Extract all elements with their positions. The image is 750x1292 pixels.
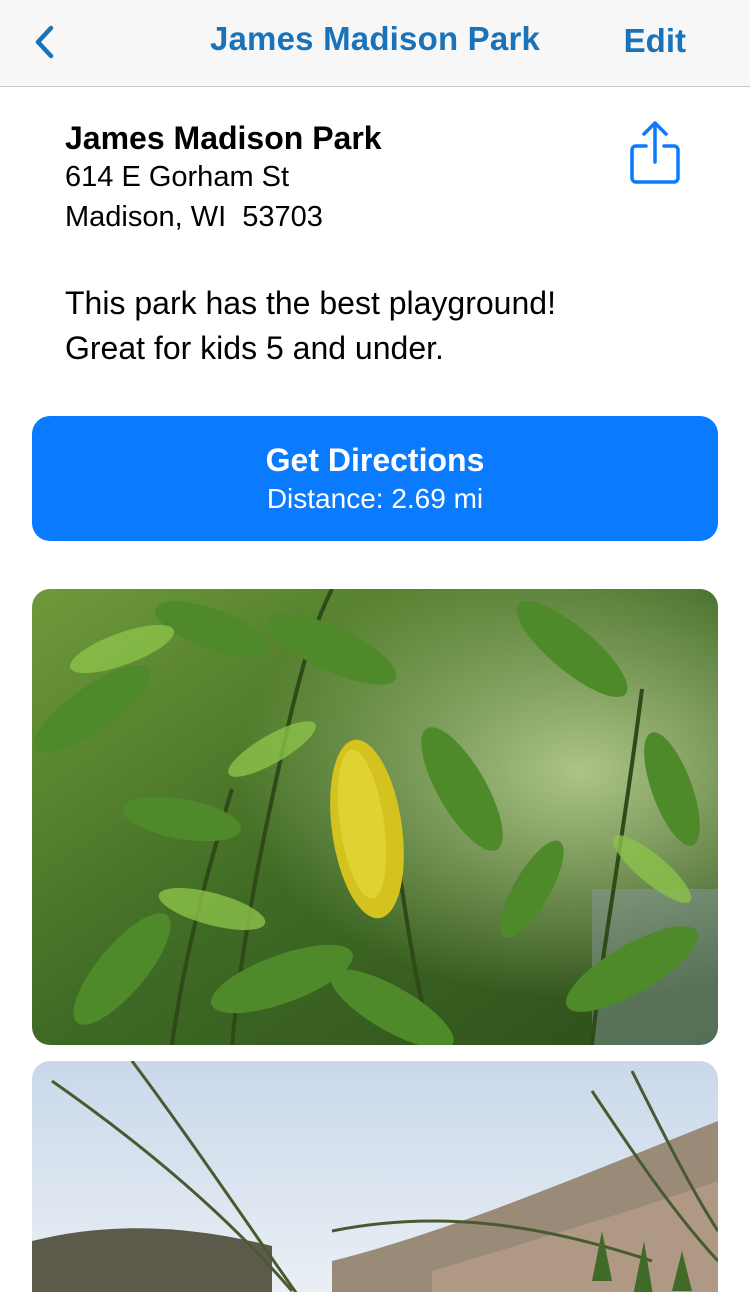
park-photo-leaves[interactable] — [32, 589, 718, 1045]
place-name: James Madison Park — [65, 120, 382, 156]
share-button[interactable] — [624, 118, 686, 188]
directions-label: Get Directions — [265, 441, 485, 478]
address-line-2: Madison, WI 53703 — [65, 201, 323, 233]
get-directions-button[interactable]: Get Directions Distance: 2.69 mi — [32, 416, 718, 541]
description-line-1: This park has the best playground! — [65, 285, 556, 321]
address-line-1: 614 E Gorham St — [65, 161, 290, 193]
edit-button[interactable]: Edit — [624, 22, 686, 60]
description-line-2: Great for kids 5 and under. — [65, 330, 444, 366]
distance-label: Distance: 2.69 mi — [266, 482, 484, 514]
park-photo-grass[interactable] — [32, 1061, 718, 1292]
navigation-bar: James Madison Park Edit — [0, 0, 750, 87]
share-icon — [630, 121, 680, 184]
